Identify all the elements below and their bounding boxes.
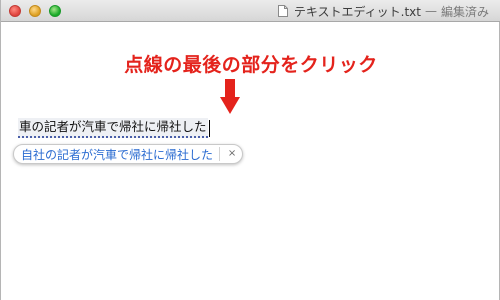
suggestion-text[interactable]: 自社の記者が汽車で帰社に帰社した — [21, 146, 213, 163]
edited-status: 編集済み — [440, 4, 489, 19]
window-filename: テキストエディット.txt — [293, 4, 421, 19]
close-button[interactable] — [9, 5, 21, 17]
document-icon — [277, 5, 288, 17]
instruction-caption: 点線の最後の部分をクリック — [124, 54, 378, 76]
dismiss-suggestion-button[interactable]: × — [226, 148, 238, 160]
title-bar[interactable]: テキストエディット.txt — 編集済み — [1, 0, 500, 22]
document-text-line[interactable]: 車の記者が汽車で帰社に帰社した — [18, 118, 210, 138]
title-separator: — — [424, 4, 437, 18]
down-arrow-icon — [220, 79, 240, 114]
minimize-button[interactable] — [29, 5, 41, 17]
window-title: テキストエディット.txt — 編集済み — [277, 0, 489, 22]
zoom-button[interactable] — [49, 5, 61, 17]
marked-text[interactable]: 車の記者が汽車で帰社に帰社した — [18, 118, 208, 138]
text-cursor — [208, 119, 210, 137]
text-edit-window: テキストエディット.txt — 編集済み 点線の最後の部分をクリック 車の記者が… — [0, 0, 500, 300]
suggestion-divider — [219, 147, 221, 161]
autocorrect-suggestion[interactable]: 自社の記者が汽車で帰社に帰社した × — [13, 144, 244, 164]
